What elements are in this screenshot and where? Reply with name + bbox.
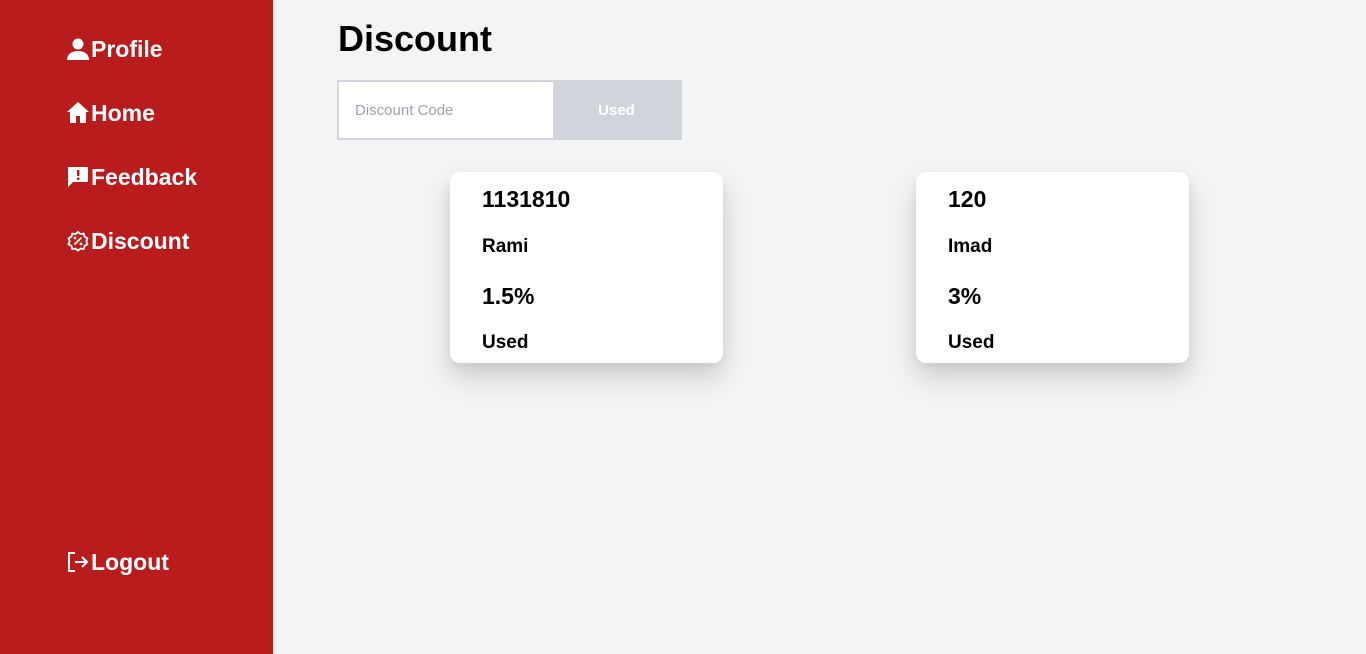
page-title: Discount (338, 18, 493, 59)
sidebar-item-label: Home (91, 99, 155, 126)
discount-owner: Imad (948, 236, 993, 257)
logout-icon (66, 550, 90, 574)
logout-label: Logout (91, 548, 169, 575)
discount-card: 1131810 Rami 1.5% Used (450, 172, 723, 363)
sidebar-item-discount[interactable]: Discount (66, 229, 189, 253)
home-icon (66, 101, 90, 125)
logout-button[interactable]: Logout (66, 550, 169, 574)
discount-status: Used (482, 332, 529, 353)
sidebar-item-profile[interactable]: Profile (66, 37, 163, 61)
discount-badge-icon (66, 229, 90, 253)
discount-card: 120 Imad 3% Used (916, 172, 1189, 363)
discount-code: 1131810 (482, 186, 571, 212)
sidebar-item-label: Discount (91, 227, 190, 254)
sidebar-item-feedback[interactable]: Feedback (66, 165, 197, 189)
discount-status: Used (948, 332, 995, 353)
discount-percent: 1.5% (482, 283, 535, 309)
discount-code: 120 (948, 186, 987, 212)
user-icon (66, 37, 90, 61)
sidebar: Profile Home Feedback Discount Logout (0, 0, 273, 654)
used-button[interactable]: Used (553, 82, 680, 138)
app-root: Profile Home Feedback Discount Logout Di… (0, 0, 1366, 654)
discount-percent: 3% (948, 283, 982, 309)
sidebar-item-home[interactable]: Home (66, 101, 155, 125)
discount-code-input[interactable] (339, 82, 553, 138)
feedback-icon (66, 165, 90, 189)
discount-owner: Rami (482, 236, 529, 257)
discount-filter: Used (337, 80, 682, 140)
sidebar-item-label: Feedback (91, 163, 198, 190)
sidebar-item-label: Profile (91, 35, 163, 62)
